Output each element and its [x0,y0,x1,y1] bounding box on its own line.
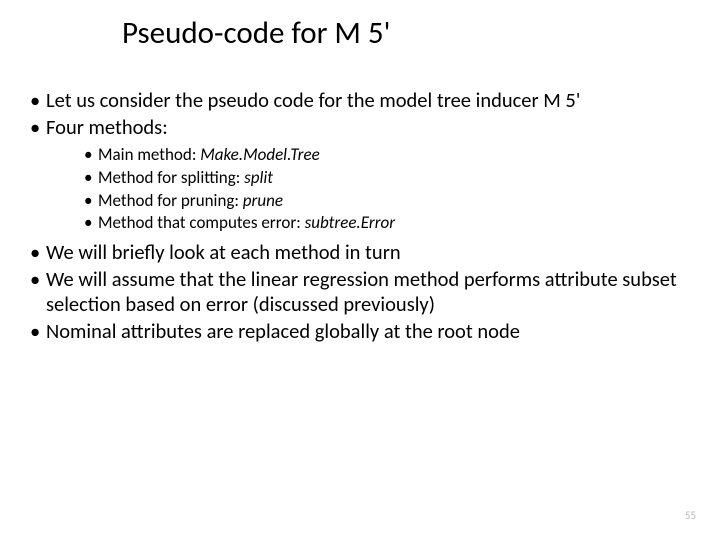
bullet-list-inner: Main method: Make.Model.Tree Method for … [46,144,680,234]
slide-title: Pseudo-code for M 5' [122,14,390,52]
bullet-list-outer: Let us consider the pseudo code for the … [30,88,680,344]
method-label: Method that computes error: [98,212,305,233]
slide: Pseudo-code for M 5' Let us consider the… [0,0,720,540]
bullet-item: Nominal attributes are replaced globally… [30,319,680,344]
sub-bullet-item: Main method: Make.Model.Tree [84,144,680,166]
bullet-item: We will briefly look at each method in t… [30,240,680,265]
method-term: Make.Model.Tree [200,144,320,165]
method-term: subtree.Error [305,212,395,233]
bullet-item: Let us consider the pseudo code for the … [30,88,680,113]
bullet-text: Four methods: [46,114,168,140]
bullet-item: Four methods: Main method: Make.Model.Tr… [30,115,680,234]
method-term: prune [243,190,283,211]
bullet-item: We will assume that the linear regressio… [30,267,680,317]
method-label: Method for pruning: [98,190,243,211]
sub-bullet-item: Method for splitting: split [84,167,680,189]
sub-bullet-item: Method for pruning: prune [84,190,680,212]
slide-body: Let us consider the pseudo code for the … [30,88,680,346]
sub-bullet-item: Method that computes error: subtree.Erro… [84,212,680,234]
method-label: Main method: [98,144,200,165]
page-number: 55 [685,509,696,522]
method-label: Method for splitting: [98,167,244,188]
method-term: split [244,167,273,188]
